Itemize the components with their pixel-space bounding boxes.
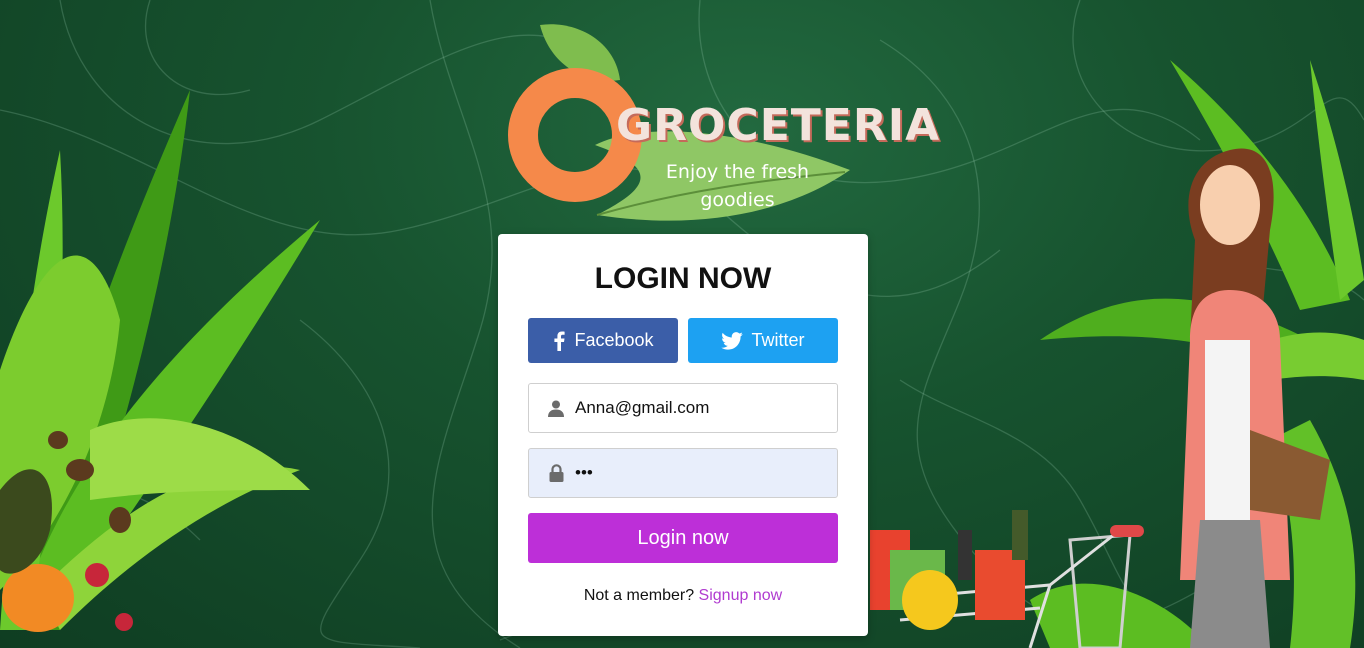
brand-tagline: Enjoy the fresh goodies — [655, 158, 820, 214]
brand-name: GROCETERIA — [616, 100, 941, 151]
signup-prompt: Not a member? — [583, 587, 695, 604]
login-title: LOGIN NOW — [594, 262, 772, 295]
signup-row: Not a member? Signup now — [498, 587, 868, 605]
facebook-icon — [554, 331, 566, 351]
password-field[interactable] — [528, 448, 838, 498]
login-submit-button[interactable]: Login now — [528, 513, 838, 563]
password-input[interactable] — [575, 463, 825, 483]
login-card: LOGIN NOW Facebook Twitter Login — [498, 234, 868, 636]
lock-icon — [547, 464, 565, 482]
signup-link[interactable]: Signup now — [699, 587, 783, 604]
tagline-line-2: goodies — [700, 189, 775, 211]
twitter-label: Twitter — [751, 330, 805, 350]
email-input[interactable] — [575, 398, 825, 418]
facebook-label: Facebook — [574, 330, 654, 350]
left-foliage-illustration — [0, 90, 320, 632]
tagline-line-1: Enjoy the fresh — [665, 161, 810, 183]
user-icon — [547, 399, 565, 417]
email-field[interactable] — [528, 383, 838, 433]
facebook-login-button[interactable]: Facebook — [528, 318, 678, 363]
twitter-login-button[interactable]: Twitter — [688, 318, 838, 363]
twitter-icon — [721, 331, 744, 350]
